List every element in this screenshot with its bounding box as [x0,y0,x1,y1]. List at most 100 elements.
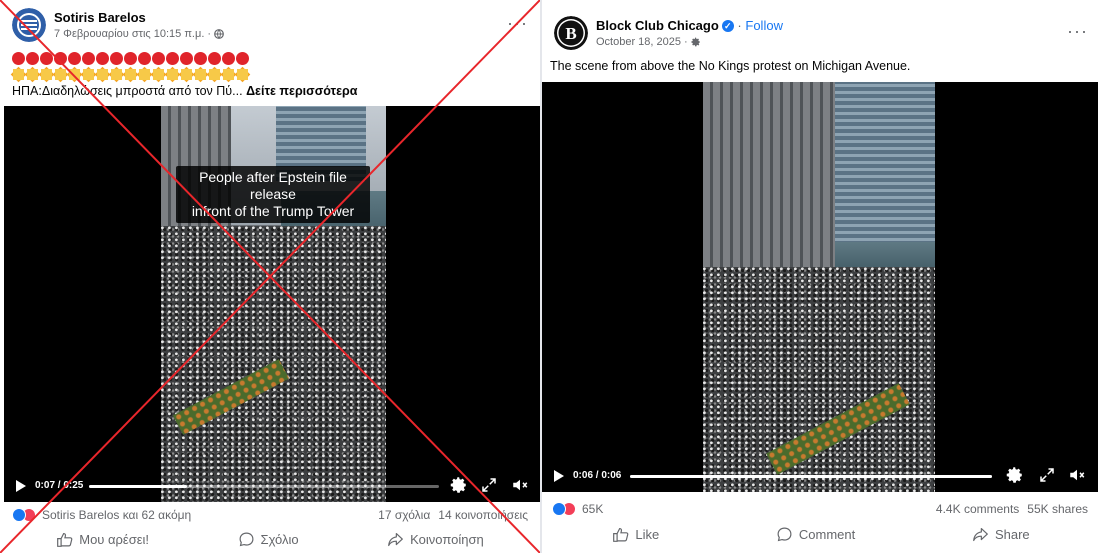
avatar-letter: B [565,24,576,43]
engagement-counts: 4.4K comments 55K shares [936,502,1088,516]
settings-gear-icon[interactable] [1004,466,1026,488]
author-name[interactable]: Sotiris Barelos [54,10,146,25]
play-icon[interactable] [554,470,564,482]
video-frame [703,82,935,492]
boom-icon [152,68,165,81]
more-options-icon[interactable]: ··· [507,14,528,32]
comment-bubble-icon [239,532,254,546]
share-arrow-icon [973,527,988,541]
thumbs-up-icon [57,532,73,547]
boom-icon [26,68,39,81]
like-button[interactable]: Like [612,526,659,543]
comment-bubble-icon [777,527,792,541]
action-bar: Like Comment Share [554,520,1088,548]
comment-button[interactable]: Comment [776,526,855,543]
progress-bar[interactable] [89,485,439,488]
like-label: Μου αρέσει! [79,531,150,547]
progress-bar[interactable] [630,475,992,478]
fullscreen-icon[interactable] [478,476,500,498]
red-circle-icon [194,52,207,65]
video-controls: 0:07 / 0:25 [4,472,540,502]
boom-icon [166,68,179,81]
share-arrow-icon [388,532,404,546]
boom-icon [68,68,81,81]
mute-icon[interactable] [509,476,531,498]
boom-icon [208,68,221,81]
comment-label: Comment [798,526,856,542]
boom-icon [138,68,151,81]
like-reaction-icon[interactable] [12,508,26,522]
post-header: B Block Club Chicago ✓ · Follow October 1… [554,16,1088,56]
share-button[interactable]: Share [972,526,1030,543]
meta-separator: · [207,28,212,40]
boom-icon [236,68,249,81]
red-circle-icon [152,52,165,65]
reactions-summary[interactable]: Sotiris Barelos και 62 ακόμη [42,508,191,522]
settings-gear-icon[interactable] [448,476,470,498]
red-circle-icon [12,52,25,65]
verified-badge-icon: ✓ [721,20,734,32]
left-post: Sotiris Barelos 7 Φεβρουαρίου στις 10:15… [0,0,540,553]
post-timestamp[interactable]: October 18, 2025 [596,36,681,48]
share-label: Share [994,526,1030,542]
progress-fill [630,475,992,478]
reactions-count[interactable]: 65K [582,502,603,516]
author-avatar[interactable] [12,8,46,42]
mute-icon[interactable] [1066,466,1088,488]
comments-count[interactable]: 4.4K comments [936,502,1019,516]
red-circle-icon [180,52,193,65]
red-circle-icon [236,52,249,65]
boom-icon [96,68,109,81]
video-text-overlay: People after Epstein file release infron… [176,166,370,223]
boom-icon [110,68,123,81]
video-controls: 0:06 / 0:06 [542,462,1098,492]
follow-button[interactable]: Follow [745,18,783,33]
like-button[interactable]: Μου αρέσει! [56,531,149,548]
globe-icon [214,29,224,39]
red-circle-icon [124,52,137,65]
video-player[interactable]: People after Epstein file release infron… [4,106,540,502]
post-meta: October 18, 2025 · [596,36,701,48]
video-player[interactable]: 0:06 / 0:06 [542,82,1098,492]
boom-icon [180,68,193,81]
author-avatar[interactable]: B [554,16,588,50]
see-more-link[interactable]: Δείτε περισσότερα [246,84,357,98]
red-circle-icon [166,52,179,65]
more-options-icon[interactable]: ··· [1067,22,1088,40]
red-circle-icon [208,52,221,65]
post-header: Sotiris Barelos 7 Φεβρουαρίου στις 10:15… [12,8,528,48]
like-label: Like [635,526,660,542]
red-circle-icon [222,52,235,65]
right-post: B Block Club Chicago ✓ · Follow October 1… [542,0,1100,553]
glass-tower [831,82,935,252]
boom-icon [82,68,95,81]
overlay-line-2: infront of the Trump Tower [191,203,355,219]
action-bar: Μου αρέσει! Σχόλιο Κοινοποίηση [12,525,528,553]
red-circle-icon [96,52,109,65]
author-line: Block Club Chicago ✓ · Follow [596,18,783,33]
meta-separator: · [684,36,688,48]
post-meta: 7 Φεβρουαρίου στις 10:15 π.μ. · [54,28,224,40]
red-circle-emoji-row [12,52,249,65]
play-icon[interactable] [16,480,26,492]
like-reaction-icon[interactable] [552,502,566,516]
boom-icon [12,68,25,81]
fullscreen-icon[interactable] [1036,466,1058,488]
shares-count[interactable]: 14 κοινοποιήσεις [438,508,528,522]
shares-count[interactable]: 55K shares [1027,502,1088,516]
thumbs-up-icon [613,527,629,542]
boom-icon [194,68,207,81]
boom-icon [54,68,67,81]
reactions-bar: Sotiris Barelos και 62 ακόμη 17 σχόλια 1… [12,506,528,524]
author-name[interactable]: Block Club Chicago [596,18,719,33]
share-button[interactable]: Κοινοποίηση [387,531,484,548]
red-circle-icon [54,52,67,65]
crowd [703,267,935,492]
post-timestamp[interactable]: 7 Φεβρουαρίου στις 10:15 π.μ. [54,28,204,40]
video-time: 0:06 / 0:06 [573,470,622,481]
red-circle-icon [82,52,95,65]
progress-fill [89,485,187,488]
comments-count[interactable]: 17 σχόλια [378,508,430,522]
comment-button[interactable]: Σχόλιο [238,531,299,548]
gear-icon [691,37,700,47]
